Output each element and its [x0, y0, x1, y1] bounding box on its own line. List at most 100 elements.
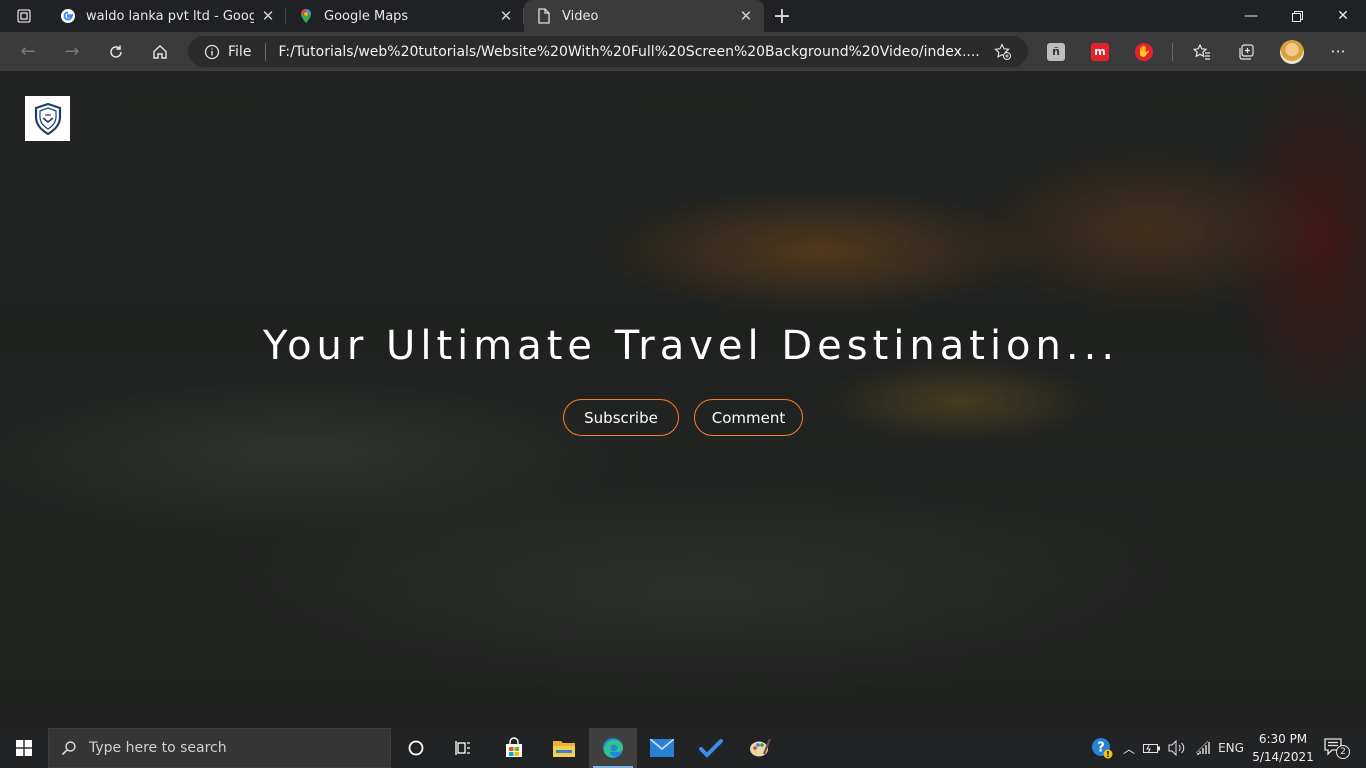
- speaker-icon: [1168, 740, 1185, 756]
- close-icon: ✕: [1337, 8, 1349, 24]
- comment-button[interactable]: Comment: [694, 399, 803, 436]
- tab-close-icon[interactable]: ✕: [738, 8, 754, 24]
- notifications-button[interactable]: 2: [1318, 728, 1352, 768]
- tab-title: Google Maps: [324, 8, 409, 24]
- task-view-button[interactable]: [440, 728, 488, 768]
- notification-count-badge: 2: [1336, 745, 1350, 759]
- language-indicator[interactable]: ENG: [1214, 728, 1248, 768]
- back-button[interactable]: ←: [6, 32, 50, 71]
- close-window-button[interactable]: ✕: [1320, 0, 1366, 32]
- clock-date: 5/14/2021: [1252, 750, 1314, 764]
- hero-section: Your Ultimate Travel Destination... Subs…: [0, 323, 1366, 436]
- clock[interactable]: 6:30 PM 5/14/2021: [1248, 730, 1318, 766]
- file-explorer-button[interactable]: [540, 728, 588, 768]
- browser-toolbar: ← → File F:/Tutorials/web%20tutorials/We…: [0, 32, 1366, 71]
- avatar: [1280, 39, 1304, 64]
- video-background: Your Ultimate Travel Destination... Subs…: [0, 71, 1366, 728]
- hero-buttons: Subscribe Comment: [563, 399, 803, 436]
- shield-logo-icon: [34, 102, 61, 135]
- page-icon: [536, 8, 552, 24]
- tab-actions-button[interactable]: [0, 0, 48, 32]
- browser-tab-strip: waldo lanka pvt ltd - Google Sea ✕ Googl…: [0, 0, 1366, 32]
- add-favorite-icon[interactable]: [988, 42, 1018, 61]
- store-app-button[interactable]: [490, 728, 538, 768]
- site-logo[interactable]: [25, 96, 70, 141]
- refresh-button[interactable]: [94, 32, 138, 71]
- battery-icon: [1143, 744, 1160, 753]
- minimize-button[interactable]: —: [1228, 0, 1274, 32]
- cortana-button[interactable]: [392, 728, 440, 768]
- mail-icon: [650, 739, 674, 757]
- show-hidden-icons-button[interactable]: ︿: [1120, 728, 1138, 768]
- info-icon[interactable]: [198, 44, 226, 60]
- restore-icon: [1291, 10, 1303, 22]
- tab-google-maps[interactable]: Google Maps ✕: [286, 0, 524, 32]
- refresh-icon: [110, 45, 122, 58]
- store-icon: [506, 737, 522, 757]
- tab-google-search[interactable]: waldo lanka pvt ltd - Google Sea ✕: [48, 0, 286, 32]
- cortana-icon: [408, 740, 424, 756]
- home-icon: [153, 44, 167, 59]
- extension-3-button[interactable]: ✋: [1124, 32, 1164, 71]
- address-url[interactable]: F:/Tutorials/web%20tutorials/Website%20W…: [278, 44, 988, 60]
- svg-text:!: !: [1106, 750, 1110, 759]
- restore-button[interactable]: [1274, 0, 1320, 32]
- back-arrow-icon: ←: [20, 41, 36, 62]
- settings-menu-button[interactable]: ···: [1318, 32, 1358, 71]
- address-bar[interactable]: File F:/Tutorials/web%20tutorials/Websit…: [188, 36, 1028, 67]
- address-scheme-label: File: [228, 43, 252, 60]
- toolbar-separator: [1172, 43, 1173, 61]
- plus-icon: +: [772, 3, 792, 29]
- extension-icon: ñ: [1047, 42, 1065, 61]
- task-view-icon: [455, 741, 470, 755]
- window-controls: — ✕: [1228, 0, 1366, 32]
- minimize-icon: —: [1244, 8, 1258, 24]
- todo-app-button[interactable]: [687, 728, 735, 768]
- windows-logo-icon: [16, 740, 32, 756]
- battery-button[interactable]: [1142, 728, 1162, 768]
- edge-app-button[interactable]: [589, 728, 637, 768]
- taskbar-search-box[interactable]: Type here to search: [48, 728, 391, 768]
- tab-close-icon[interactable]: ✕: [260, 8, 276, 24]
- mail-app-button[interactable]: [638, 728, 686, 768]
- collections-icon: [1239, 43, 1254, 60]
- collections-button[interactable]: [1226, 32, 1266, 71]
- more-icon: ···: [1330, 42, 1346, 61]
- forward-arrow-icon: →: [64, 41, 80, 62]
- favorites-icon: [1193, 43, 1210, 60]
- subscribe-button[interactable]: Subscribe: [563, 399, 679, 436]
- search-icon: [49, 740, 89, 756]
- network-button[interactable]: [1192, 728, 1214, 768]
- new-tab-button[interactable]: +: [764, 0, 800, 32]
- profile-button[interactable]: [1272, 32, 1312, 71]
- checkmark-icon: [699, 739, 723, 758]
- tab-close-icon[interactable]: ✕: [498, 8, 514, 24]
- forward-button[interactable]: →: [50, 32, 94, 71]
- google-icon: [60, 8, 76, 24]
- tab-video[interactable]: Video ✕: [524, 0, 764, 32]
- paint-palette-icon: [750, 738, 772, 757]
- folder-icon: [553, 741, 575, 757]
- extension-1-button[interactable]: ñ: [1036, 32, 1076, 71]
- hero-title: Your Ultimate Travel Destination...: [262, 323, 1120, 369]
- extension-2-button[interactable]: m: [1080, 32, 1120, 71]
- favorites-button[interactable]: [1182, 32, 1222, 71]
- clock-time: 6:30 PM: [1258, 732, 1308, 746]
- extension-icon: m: [1091, 42, 1109, 61]
- chevron-up-icon: ︿: [1122, 741, 1135, 756]
- maps-pin-icon: [298, 8, 314, 24]
- tab-actions-icon: [17, 9, 31, 23]
- address-separator: [265, 42, 267, 61]
- edge-icon: [603, 738, 623, 758]
- search-placeholder: Type here to search: [89, 740, 227, 756]
- home-button[interactable]: [138, 32, 182, 71]
- help-icon: ? !: [1092, 738, 1113, 759]
- tab-title: waldo lanka pvt ltd - Google Sea: [86, 8, 254, 24]
- help-tray-button[interactable]: ? !: [1088, 728, 1116, 768]
- volume-button[interactable]: [1166, 728, 1188, 768]
- paint-app-button[interactable]: [736, 728, 784, 768]
- tab-title: Video: [562, 8, 599, 24]
- wifi-icon: [1195, 740, 1210, 755]
- start-button[interactable]: [0, 728, 48, 768]
- adblock-icon: ✋: [1135, 42, 1153, 61]
